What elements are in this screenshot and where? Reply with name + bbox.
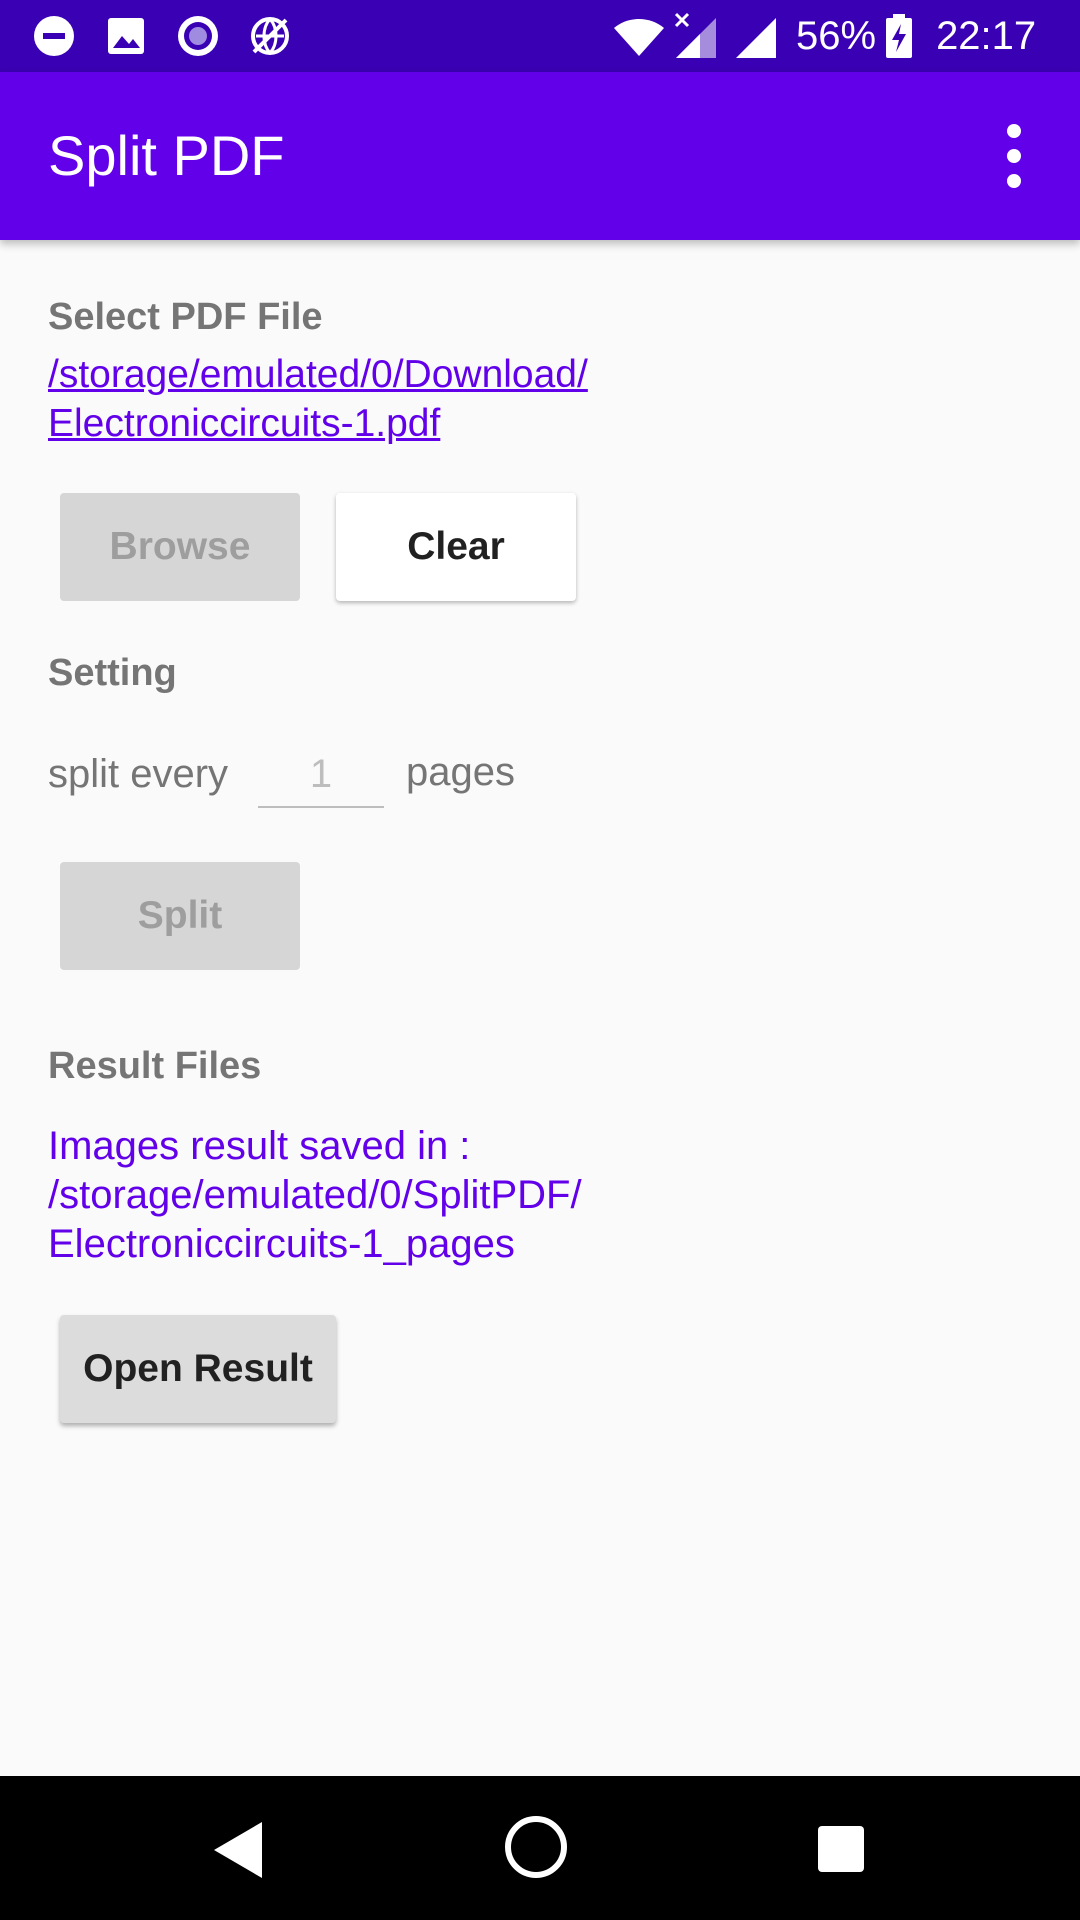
- recents-icon[interactable]: [818, 1826, 864, 1872]
- record-icon: [178, 16, 218, 56]
- selected-file-link[interactable]: /storage/emulated/0/Download/ Electronic…: [48, 350, 768, 448]
- clear-button[interactable]: Clear: [336, 493, 576, 601]
- file-path-line2: Electroniccircuits-1.pdf: [48, 402, 441, 445]
- pages-label: pages: [406, 750, 515, 794]
- signal-icon: [736, 18, 776, 58]
- open-result-button[interactable]: Open Result: [60, 1315, 336, 1423]
- split-every-label: split every: [48, 752, 229, 796]
- battery-percent: 56%: [796, 13, 877, 58]
- app-title: Split PDF: [48, 124, 285, 187]
- do-not-disturb-icon: [34, 16, 74, 56]
- pages-count-input[interactable]: 1: [258, 744, 384, 808]
- select-pdf-label: Select PDF File: [48, 296, 323, 338]
- status-bar: 56% 22:17: [0, 0, 1080, 72]
- result-line3: Electroniccircuits-1_pages: [48, 1222, 515, 1266]
- result-files-label: Result Files: [48, 1045, 262, 1087]
- split-button[interactable]: Split: [60, 862, 300, 970]
- result-path-text: Images result saved in : /storage/emulat…: [48, 1122, 948, 1269]
- navigation-bar: [0, 1776, 1080, 1920]
- browse-button[interactable]: Browse: [60, 493, 300, 601]
- result-line1: Images result saved in :: [48, 1124, 471, 1168]
- home-icon[interactable]: [505, 1816, 567, 1878]
- vpn-globe-icon: [251, 17, 289, 55]
- battery-charging-icon: [886, 14, 913, 58]
- setting-label: Setting: [48, 652, 177, 694]
- result-line2: /storage/emulated/0/SplitPDF/: [48, 1173, 582, 1217]
- file-path-line1: /storage/emulated/0/Download/: [48, 353, 588, 396]
- more-vert-icon[interactable]: [984, 124, 1044, 188]
- clock: 22:17: [936, 13, 1037, 58]
- back-icon[interactable]: [210, 1820, 266, 1880]
- app-bar: Split PDF: [0, 72, 1080, 240]
- image-icon: [108, 18, 144, 54]
- signal-no-data-icon: [674, 12, 716, 58]
- wifi-icon: [614, 19, 664, 56]
